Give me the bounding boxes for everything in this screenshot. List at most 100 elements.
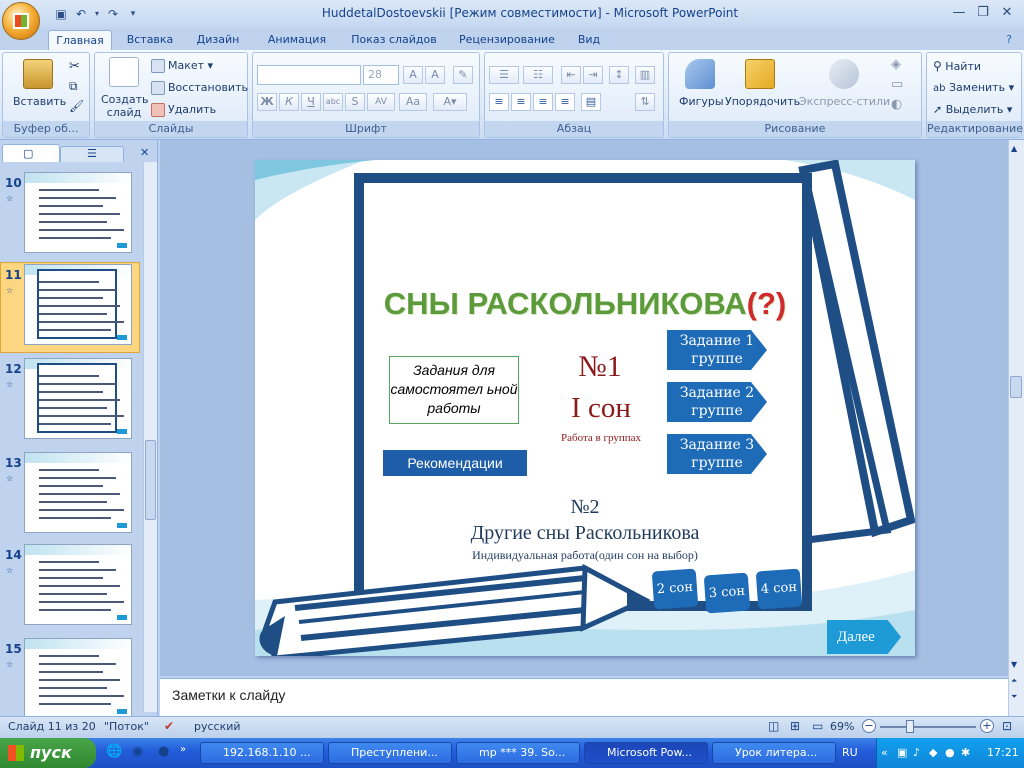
- spellcheck-icon[interactable]: ✔: [164, 719, 174, 733]
- bullets-icon[interactable]: ☰: [489, 66, 519, 84]
- taskbar-item-2[interactable]: Преступлени...: [328, 742, 452, 764]
- tray-sound-icon[interactable]: ♪: [913, 746, 920, 759]
- redo-icon[interactable]: ↷: [104, 5, 122, 23]
- cut-icon[interactable]: ✂: [69, 59, 80, 74]
- tab-outline[interactable]: ☰: [60, 146, 124, 162]
- delete-slide-button[interactable]: Удалить: [151, 103, 216, 117]
- thumbnails-scrollbar[interactable]: [143, 162, 157, 712]
- font-size-input[interactable]: 28: [363, 65, 399, 85]
- spacing-icon[interactable]: AV: [367, 93, 395, 111]
- taskbar-item-3[interactable]: mp *** 39. So...: [456, 742, 580, 764]
- arrange-button[interactable]: Упорядочить: [725, 95, 800, 108]
- shape-outline-icon[interactable]: ▭: [891, 77, 903, 92]
- slideshow-view-icon[interactable]: ▭: [812, 719, 823, 733]
- new-slide-icon[interactable]: [109, 57, 139, 87]
- copy-icon[interactable]: ⧉: [69, 79, 78, 94]
- slide-thumbnail[interactable]: [24, 638, 132, 719]
- next-button[interactable]: Далее: [827, 620, 901, 654]
- align-left-icon[interactable]: ≡: [489, 93, 509, 111]
- independent-tasks-box[interactable]: Задания для самостоятел ьной работы: [389, 356, 519, 424]
- scrollbar-thumb[interactable]: [145, 440, 156, 520]
- increase-indent-icon[interactable]: ⇥: [583, 66, 603, 84]
- quicklaunch-media-icon[interactable]: ◉: [132, 744, 143, 759]
- language-indicator[interactable]: RU: [842, 746, 858, 759]
- shapes-icon[interactable]: [685, 59, 715, 89]
- taskbar-item-5[interactable]: Урок литера...: [712, 742, 836, 764]
- tab-slides-thumbnails[interactable]: ▢: [2, 144, 60, 162]
- slide-title[interactable]: СНЫ РАСКОЛЬНИКОВА(?): [365, 286, 805, 322]
- minimize-icon[interactable]: —: [946, 4, 972, 22]
- reset-button[interactable]: Восстановить: [151, 81, 248, 95]
- zoom-level[interactable]: 69%: [830, 720, 854, 733]
- case-icon[interactable]: Aa: [399, 93, 427, 111]
- slide-scroll-thumb[interactable]: [1010, 376, 1022, 398]
- prev-slide-icon[interactable]: ⏶: [1011, 676, 1017, 686]
- numbering-icon[interactable]: ☷: [523, 66, 553, 84]
- layout-button[interactable]: Макет ▾: [151, 59, 213, 73]
- zoom-slider[interactable]: [880, 726, 976, 728]
- grow-font-icon[interactable]: A: [403, 66, 423, 84]
- tray-network-icon[interactable]: ▣: [897, 746, 907, 759]
- fit-to-window-icon[interactable]: ⊡: [1002, 719, 1012, 733]
- start-button[interactable]: пуск: [0, 738, 96, 768]
- language-status[interactable]: русский: [194, 720, 241, 733]
- bold-icon[interactable]: Ж: [257, 93, 277, 111]
- scroll-down-icon[interactable]: ▼: [1011, 660, 1017, 669]
- clear-format-icon[interactable]: ✎: [453, 66, 473, 84]
- align-center-icon[interactable]: ≡: [511, 93, 531, 111]
- slide-canvas[interactable]: СНЫ РАСКОЛЬНИКОВА(?) Задания для самосто…: [255, 160, 915, 656]
- paste-button[interactable]: Вставить: [13, 95, 66, 108]
- tray-expand-icon[interactable]: «: [881, 746, 888, 759]
- slide-thumbnail[interactable]: [24, 264, 132, 345]
- tab-view[interactable]: Вид: [574, 30, 604, 50]
- task-group-3-button[interactable]: Задание 3 группе: [667, 434, 767, 474]
- quicklaunch-browser-icon[interactable]: 🌐: [106, 744, 122, 759]
- clock[interactable]: 17:21: [987, 746, 1019, 759]
- restore-icon[interactable]: ❐: [970, 4, 996, 22]
- arrange-icon[interactable]: [745, 59, 775, 89]
- close-icon[interactable]: ✕: [994, 4, 1020, 22]
- slide-thumbnail[interactable]: [24, 172, 132, 253]
- justify-icon[interactable]: ≡: [555, 93, 575, 111]
- dream-4-button[interactable]: 4 сон: [755, 568, 803, 610]
- task-group-1-button[interactable]: Задание 1 группе: [667, 330, 767, 370]
- task-group-2-button[interactable]: Задание 2 группе: [667, 382, 767, 422]
- tab-review[interactable]: Рецензирование: [454, 30, 560, 50]
- sorter-view-icon[interactable]: ⊞: [790, 719, 800, 733]
- office-button[interactable]: [2, 2, 40, 40]
- taskbar-item-powerpoint[interactable]: Microsoft Pow...: [584, 742, 708, 764]
- shrink-font-icon[interactable]: A: [425, 66, 445, 84]
- quicklaunch-opera-icon[interactable]: ●: [158, 744, 169, 759]
- italic-icon[interactable]: К: [279, 93, 299, 111]
- zoom-out-icon[interactable]: −: [862, 719, 876, 733]
- slide-scrollbar[interactable]: ▲ ▼ ⏶ ⏷: [1008, 140, 1024, 716]
- align-right-icon[interactable]: ≡: [533, 93, 553, 111]
- tray-shield-icon[interactable]: ◆: [929, 746, 937, 759]
- strikethrough-icon[interactable]: abc: [323, 93, 343, 111]
- help-icon[interactable]: ?: [1000, 30, 1018, 50]
- quick-styles-button[interactable]: Экспресс-стили: [799, 95, 890, 108]
- dream-2-button[interactable]: 2 сон: [651, 568, 699, 610]
- customize-toolbar-icon[interactable]: ▾: [124, 5, 142, 23]
- normal-view-icon[interactable]: ◫: [768, 719, 779, 733]
- scroll-up-icon[interactable]: ▲: [1011, 144, 1017, 153]
- close-pane-icon[interactable]: ✕: [140, 146, 149, 159]
- tab-design[interactable]: Дизайн: [190, 30, 246, 50]
- format-painter-icon[interactable]: 🖌: [69, 99, 84, 113]
- shadow-icon[interactable]: S: [345, 93, 365, 111]
- distributed-icon[interactable]: ▤: [581, 93, 601, 111]
- recommendations-button[interactable]: Рекомендации: [383, 450, 527, 476]
- shape-fill-icon[interactable]: ◈: [891, 57, 901, 72]
- tray-app-icon[interactable]: ●: [945, 746, 955, 759]
- line-spacing-icon[interactable]: ↕: [609, 66, 629, 84]
- decrease-indent-icon[interactable]: ⇤: [561, 66, 581, 84]
- tab-insert[interactable]: Вставка: [120, 30, 180, 50]
- find-button[interactable]: ⚲ Найти: [933, 59, 981, 73]
- new-slide-button[interactable]: Создать слайд: [101, 93, 149, 119]
- taskbar-item-1[interactable]: 192.168.1.10 ...: [200, 742, 324, 764]
- slide-thumbnail[interactable]: [24, 544, 132, 625]
- dream-3-button[interactable]: 3 сон: [703, 572, 751, 614]
- paste-icon[interactable]: [23, 59, 53, 89]
- slide-thumbnail[interactable]: [24, 358, 132, 439]
- quick-styles-icon[interactable]: [829, 59, 859, 89]
